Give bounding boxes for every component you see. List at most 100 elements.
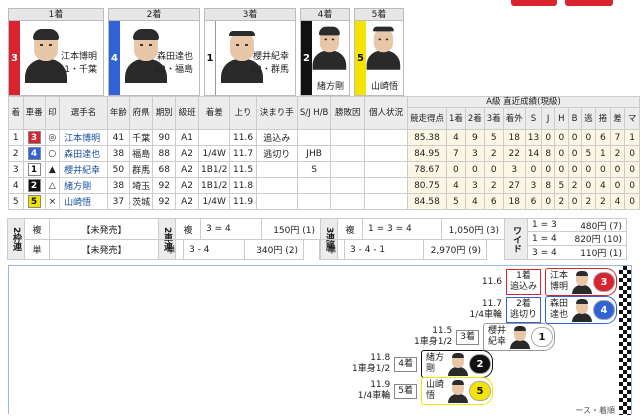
table-cell: ▲ <box>44 161 61 178</box>
wide-combo: 1 = 3 <box>532 220 557 230</box>
table-cell: 2 <box>8 145 24 162</box>
table-cell: 1/4W <box>197 193 231 210</box>
table-cell: 84.95 <box>406 145 447 162</box>
table-row: 2 4 ○ 森田達也 38 福島 88 A2 1/4W 11.7 逃切り JHB 84.95 7 3 2 22 1… <box>8 145 640 162</box>
racer-given-name: 剛 <box>425 364 435 374</box>
racer-given-name: 紀幸 <box>487 337 506 347</box>
race-diagram: 11.6 1着 追込み 江本 博明 3 11.7 1/4車輪 2着 逃切り 森田 達也 4 11.5 1車身… <box>8 265 632 415</box>
table-cell: 0 <box>580 161 597 178</box>
table-cell <box>364 129 408 146</box>
top-button-1[interactable] <box>511 0 557 6</box>
racer-name-link[interactable]: 緒方剛 <box>59 177 108 194</box>
table-cell: 2 <box>554 193 569 210</box>
racer-name-link[interactable]: 櫻井紀幸 <box>59 161 108 178</box>
table-cell: 11.7 <box>229 145 257 162</box>
table-cell: 0 <box>624 177 640 194</box>
table-cell: ○ <box>44 145 61 162</box>
racer-surname: 森田 <box>549 299 568 309</box>
table-cell: 50 <box>106 161 130 178</box>
table-cell: 5 <box>580 145 597 162</box>
table-cell: 84.58 <box>406 193 447 210</box>
racer-given-name: 達也 <box>549 310 568 320</box>
racer-pill: 森田 達也 4 <box>544 296 617 324</box>
rank-box: 4着 <box>394 356 417 372</box>
table-cell <box>330 145 366 162</box>
table-cell: 0 <box>524 161 543 178</box>
rank-box: 3着 <box>456 329 479 345</box>
diagram-entry: 11.8 1車身1/2 4着 緒方剛 2 <box>352 350 493 378</box>
lap-time: 11.8 <box>370 353 391 363</box>
table-cell: 0 <box>554 129 569 146</box>
car-number-badge: 1 <box>205 21 216 95</box>
podium-name: 森田達也 <box>156 52 193 62</box>
wide-combo: 3 = 4 <box>532 247 557 258</box>
podium-info: A1・千葉 <box>58 65 97 75</box>
odds-value: 【未発売】 <box>49 239 159 260</box>
table-row: 5 5 × 山崎悟 37 茨城 92 A2 1/4W 11.9 84.58 5 4 6 18 6 0 2 0 2 2 4 0 <box>8 193 640 210</box>
col-header: 競走得点 <box>406 107 447 130</box>
podium-card-1: 1着 3 江本博明 A1・千葉 <box>8 8 104 96</box>
racer-surname: 江本 <box>549 271 568 281</box>
racer-name-link[interactable]: 江本博明 <box>59 129 108 146</box>
car-number-cell: 3 <box>22 129 46 146</box>
odds-combo: 3 = 4 <box>200 218 262 240</box>
rank-box: 1着 追込み <box>505 269 541 295</box>
table-cell: A2 <box>175 177 199 194</box>
podium-card-3: 3着 1 櫻井紀幸 A2・群馬 <box>204 8 296 96</box>
col-header: マ <box>624 107 640 130</box>
table-cell: 0 <box>554 161 569 178</box>
racer-name-link[interactable]: 山崎悟 <box>59 193 108 210</box>
table-cell: 14 <box>524 145 543 162</box>
col-header: S/J H/B <box>296 96 332 130</box>
racer-name-link[interactable]: 森田達也 <box>59 145 108 162</box>
odds-type: 単 <box>24 239 50 260</box>
table-cell: 2 <box>483 145 504 162</box>
table-cell: 2 <box>567 177 582 194</box>
table-cell: 埼玉 <box>128 177 154 194</box>
car-number-badge: 3 <box>593 272 615 292</box>
table-cell: 2 <box>580 193 597 210</box>
table-cell: 0 <box>567 161 582 178</box>
table-cell: 4 <box>445 129 466 146</box>
col-header: 逃 <box>580 107 597 130</box>
top-button-2[interactable] <box>565 0 613 6</box>
col-header: 2着 <box>464 107 485 130</box>
col-header: 府県 <box>128 96 154 130</box>
table-cell: 88 <box>152 145 177 162</box>
table-cell: 37 <box>106 193 130 210</box>
racer-thumb <box>509 325 531 349</box>
col-header: 期別 <box>152 96 177 130</box>
col-header: 上り <box>229 96 257 130</box>
lap-time: 11.6 <box>481 276 502 287</box>
table-cell <box>364 145 408 162</box>
odds-combo: 3 - 4 <box>183 239 245 260</box>
table-cell: 22 <box>502 145 526 162</box>
car-number-badge: 2 <box>27 179 41 192</box>
table-cell: 0 <box>464 161 485 178</box>
podium-name: 山崎悟 <box>370 82 398 92</box>
table-cell: 茨城 <box>128 193 154 210</box>
car-number-badge: 1 <box>27 163 41 176</box>
table-cell: 13 <box>524 129 543 146</box>
col-header: 決まり手 <box>255 96 298 130</box>
table-cell: 11.5 <box>229 161 257 178</box>
table-cell <box>255 177 298 194</box>
car-number-cell: 1 <box>22 161 46 178</box>
table-cell <box>330 161 366 178</box>
table-cell: 0 <box>554 145 569 162</box>
racer-thumb <box>447 352 469 376</box>
table-cell <box>296 193 332 210</box>
racer-short-name: 江本 博明 <box>550 271 568 293</box>
time-margin: 11.5 1車身1/2 <box>414 326 452 348</box>
table-cell: 78.67 <box>406 161 447 178</box>
col-header: 3着 <box>483 107 504 130</box>
table-cell <box>364 177 408 194</box>
rank-label: 3着 <box>460 331 475 342</box>
table-cell <box>364 161 408 178</box>
odds-type: 複 <box>24 218 50 240</box>
col-header: 年齢 <box>106 96 130 130</box>
table-cell: 0 <box>609 177 626 194</box>
rank-label: 2着 <box>516 299 531 309</box>
table-cell: 5 <box>8 193 24 210</box>
table-cell: 7 <box>609 129 626 146</box>
